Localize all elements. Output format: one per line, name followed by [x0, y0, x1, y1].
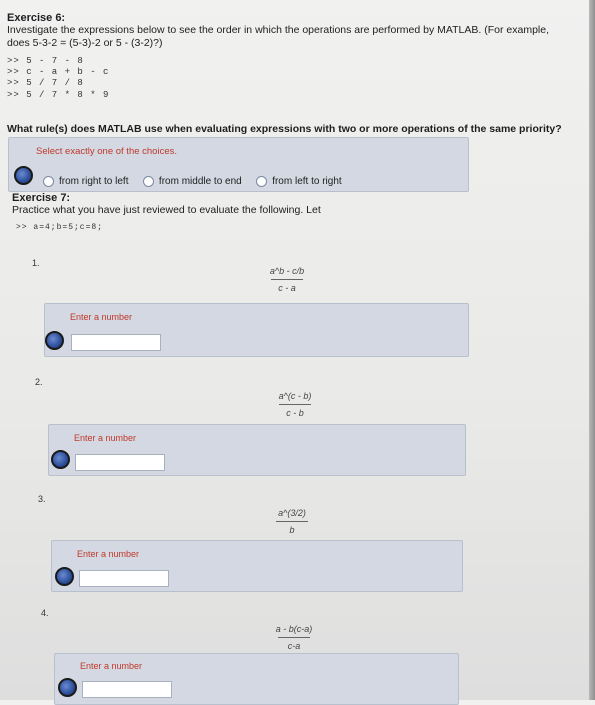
radio-icon[interactable]	[43, 175, 54, 187]
item-number: 4.	[41, 608, 49, 618]
answer-input-4[interactable]	[82, 681, 172, 698]
screen-edge	[589, 0, 595, 700]
denominator: c-a	[287, 641, 301, 651]
answer-input-2[interactable]	[75, 454, 165, 471]
expression-4: a - b(c-a) c-a	[256, 624, 332, 651]
question-status-icon	[45, 331, 64, 350]
answer-label: Enter a number	[74, 433, 137, 443]
item-number: 3.	[38, 494, 46, 504]
exercise-7-title: Exercise 7:	[12, 192, 71, 204]
numerator: a^(3/2)	[278, 508, 306, 518]
choices-row: from right to left from middle to end fr…	[43, 171, 352, 189]
choice-label: from left to right	[272, 176, 342, 187]
expression-1: a^b - c/b c - a	[252, 266, 322, 293]
radio-icon[interactable]	[142, 175, 154, 187]
numerator: a^b - c/b	[269, 266, 305, 276]
exercise-6-intro-2: does 5-3-2 = (5-3)-2 or 5 - (3-2)?)	[7, 37, 163, 49]
exercise-6-title: Exercise 6:	[7, 12, 66, 24]
code-line: >> 5 / 7 / 8	[7, 78, 84, 88]
code-line: >> 5 / 7 * 8 * 9	[7, 90, 110, 100]
fraction-bar	[271, 279, 303, 280]
numerator: a^(c - b)	[278, 391, 312, 401]
question-status-icon	[14, 166, 33, 185]
fraction-bar	[276, 521, 308, 522]
answer-label: Enter a number	[70, 312, 133, 322]
expression-3: a^(3/2) b	[262, 508, 322, 535]
choice-label: from right to left	[59, 176, 129, 187]
denominator: c - b	[286, 408, 304, 418]
choice-right-to-left[interactable]: from right to left	[43, 175, 129, 187]
item-number: 2.	[35, 377, 43, 387]
choice-label: from middle to end	[158, 176, 242, 187]
item-number: 1.	[32, 258, 40, 268]
denominator: c - a	[278, 283, 296, 293]
question-status-icon	[55, 567, 74, 586]
radio-icon[interactable]	[256, 175, 268, 187]
expression-2: a^(c - b) c - b	[260, 391, 330, 418]
choice-middle-to-end[interactable]: from middle to end	[142, 175, 242, 187]
code-line: >> c - a + b - c	[7, 67, 110, 77]
exercise-7-intro: Practice what you have just reviewed to …	[12, 204, 321, 216]
answer-input-1[interactable]	[71, 334, 161, 351]
choice-left-to-right[interactable]: from left to right	[256, 175, 342, 187]
priority-question: What rule(s) does MATLAB use when evalua…	[7, 123, 562, 135]
fraction-bar	[279, 404, 311, 405]
code-line: >> 5 - 7 - 8	[7, 56, 84, 66]
numerator: a - b(c-a)	[275, 624, 313, 634]
exercise-6-intro-1: Investigate the expressions below to see…	[7, 24, 549, 36]
choice-instruction: Select exactly one of the choices.	[36, 146, 177, 157]
answer-label: Enter a number	[77, 549, 140, 559]
question-status-icon	[58, 678, 77, 697]
answer-label: Enter a number	[80, 661, 143, 671]
exercise-7-code: >> a=4;b=5;c=8;	[16, 223, 104, 232]
fraction-bar	[278, 637, 310, 638]
denominator: b	[289, 525, 295, 535]
question-status-icon	[51, 450, 70, 469]
answer-input-3[interactable]	[79, 570, 169, 587]
